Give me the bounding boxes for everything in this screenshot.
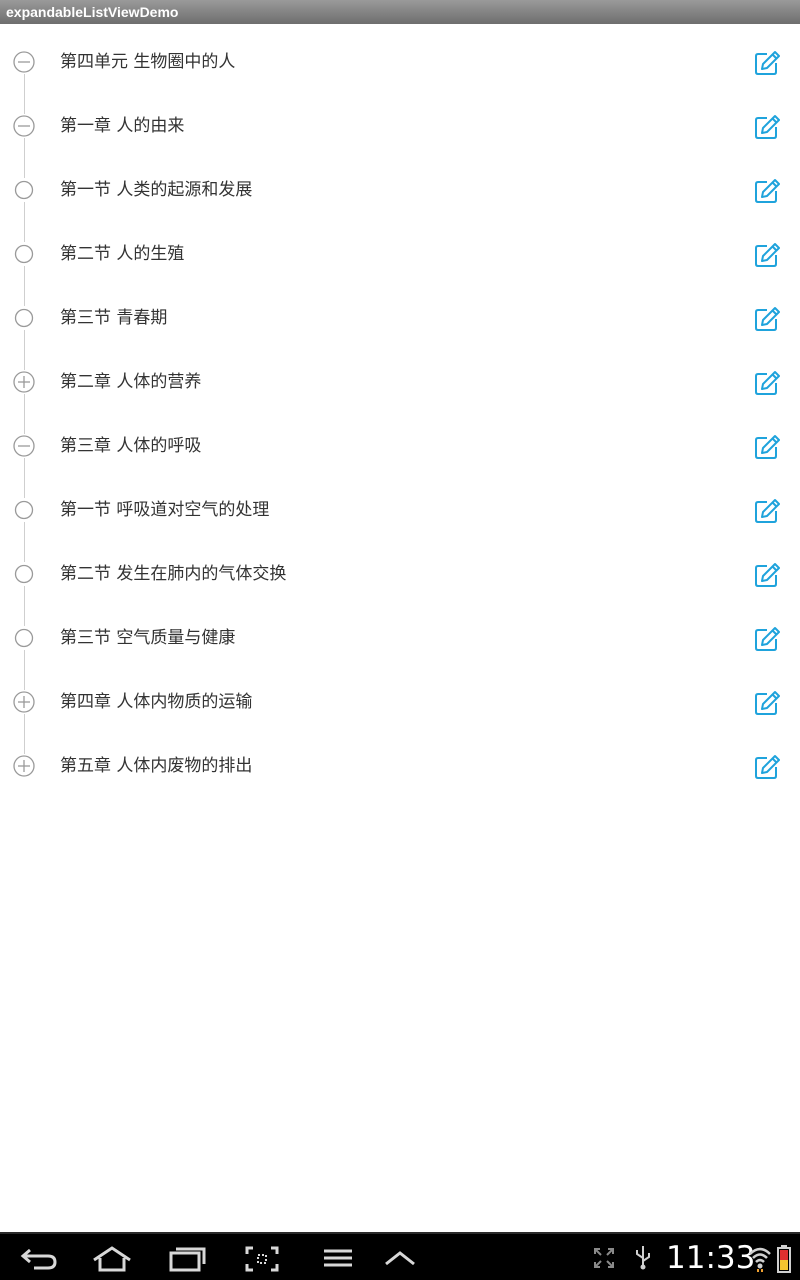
- circle-icon: [14, 244, 34, 264]
- home-button[interactable]: [90, 1242, 134, 1274]
- timeline-connector: [24, 350, 25, 370]
- list-item-label: 第四单元 生物圈中的人: [60, 52, 236, 72]
- timeline-connector: [24, 74, 25, 94]
- edit-icon[interactable]: [753, 561, 781, 589]
- collapse-minus-icon[interactable]: [13, 115, 35, 137]
- edit-icon[interactable]: [753, 753, 781, 781]
- edit-icon[interactable]: [753, 241, 781, 269]
- edit-icon[interactable]: [753, 49, 781, 77]
- list-item[interactable]: 第一节 人类的起源和发展: [0, 158, 800, 222]
- list-item[interactable]: 第三节 空气质量与健康: [0, 606, 800, 670]
- timeline-connector: [24, 734, 25, 754]
- timeline-connector: [24, 714, 25, 734]
- fullscreen-icon: [594, 1248, 614, 1268]
- timeline-connector: [24, 586, 25, 606]
- menu-button[interactable]: [316, 1242, 360, 1274]
- list-item-label: 第一节 人类的起源和发展: [60, 180, 253, 200]
- circle-icon: [14, 628, 34, 648]
- list-item-label: 第一节 呼吸道对空气的处理: [60, 500, 270, 520]
- circle-icon: [14, 180, 34, 200]
- recent-apps-button[interactable]: [166, 1242, 210, 1274]
- edit-icon[interactable]: [753, 177, 781, 205]
- status-clock: 11:33: [666, 1240, 756, 1276]
- timeline-connector: [24, 286, 25, 306]
- back-button[interactable]: [18, 1242, 62, 1274]
- list-item-label: 第四章 人体内物质的运输: [60, 692, 253, 712]
- screenshot-icon: [245, 1246, 279, 1272]
- list-item-label: 第三节 青春期: [60, 308, 168, 328]
- list-item[interactable]: 第一节 呼吸道对空气的处理: [0, 478, 800, 542]
- screenshot-button[interactable]: [240, 1242, 284, 1274]
- timeline-connector: [24, 478, 25, 498]
- list-item[interactable]: 第二章 人体的营养: [0, 350, 800, 414]
- timeline-connector: [24, 458, 25, 478]
- list-item[interactable]: 第三章 人体的呼吸: [0, 414, 800, 478]
- timeline-connector: [24, 330, 25, 350]
- home-icon: [93, 1246, 131, 1272]
- expand-plus-icon[interactable]: [13, 691, 35, 713]
- list-item[interactable]: 第二节 发生在肺内的气体交换: [0, 542, 800, 606]
- timeline-connector: [24, 266, 25, 286]
- battery-icon: [777, 1245, 791, 1273]
- list-item[interactable]: 第一章 人的由来: [0, 94, 800, 158]
- list-item-label: 第二节 人的生殖: [60, 244, 185, 264]
- timeline-connector: [24, 606, 25, 626]
- collapse-minus-icon[interactable]: [13, 435, 35, 457]
- list-item[interactable]: 第三节 青春期: [0, 286, 800, 350]
- timeline-connector: [24, 202, 25, 222]
- edit-icon[interactable]: [753, 433, 781, 461]
- edit-icon[interactable]: [753, 369, 781, 397]
- list-item-label: 第二节 发生在肺内的气体交换: [60, 564, 287, 584]
- timeline-connector: [24, 222, 25, 242]
- app-title: expandableListViewDemo: [6, 4, 179, 20]
- expand-plus-icon[interactable]: [13, 371, 35, 393]
- system-navigation-bar: 11:33: [0, 1232, 800, 1280]
- list-item[interactable]: 第四章 人体内物质的运输: [0, 670, 800, 734]
- menu-icon: [324, 1249, 352, 1267]
- chevron-up-icon: [385, 1251, 415, 1266]
- timeline-connector: [24, 138, 25, 158]
- collapse-minus-icon[interactable]: [13, 51, 35, 73]
- list-item-label: 第一章 人的由来: [60, 116, 185, 136]
- edit-icon[interactable]: [753, 689, 781, 717]
- wifi-icon: [749, 1247, 771, 1272]
- list-item[interactable]: 第二节 人的生殖: [0, 222, 800, 286]
- recent-apps-icon: [169, 1247, 206, 1272]
- circle-icon: [14, 500, 34, 520]
- edit-icon[interactable]: [753, 113, 781, 141]
- circle-icon: [14, 308, 34, 328]
- edit-icon[interactable]: [753, 625, 781, 653]
- back-icon: [20, 1248, 57, 1270]
- usb-icon: [636, 1246, 650, 1270]
- list-item[interactable]: 第五章 人体内废物的排出: [0, 734, 800, 798]
- expand-plus-icon[interactable]: [13, 755, 35, 777]
- circle-icon: [14, 564, 34, 584]
- edit-icon[interactable]: [753, 497, 781, 525]
- timeline-connector: [24, 394, 25, 414]
- timeline-connector: [24, 522, 25, 542]
- show-panel-button[interactable]: [378, 1242, 422, 1274]
- timeline-connector: [24, 650, 25, 670]
- list-item-label: 第五章 人体内废物的排出: [60, 756, 253, 776]
- timeline-connector: [24, 542, 25, 562]
- app-title-bar: expandableListViewDemo: [0, 0, 800, 24]
- edit-icon[interactable]: [753, 305, 781, 333]
- timeline-connector: [24, 94, 25, 114]
- timeline-connector: [24, 670, 25, 690]
- timeline-connector: [24, 158, 25, 178]
- list-item[interactable]: 第四单元 生物圈中的人: [0, 30, 800, 94]
- timeline-connector: [24, 414, 25, 434]
- list-item-label: 第二章 人体的营养: [60, 372, 202, 392]
- list-item-label: 第三节 空气质量与健康: [60, 628, 236, 648]
- expandable-list: 第四单元 生物圈中的人 第一章 人的由来 第一节 人类的起源和发展 第二节 人的生殖第…: [0, 30, 800, 798]
- list-item-label: 第三章 人体的呼吸: [60, 436, 202, 456]
